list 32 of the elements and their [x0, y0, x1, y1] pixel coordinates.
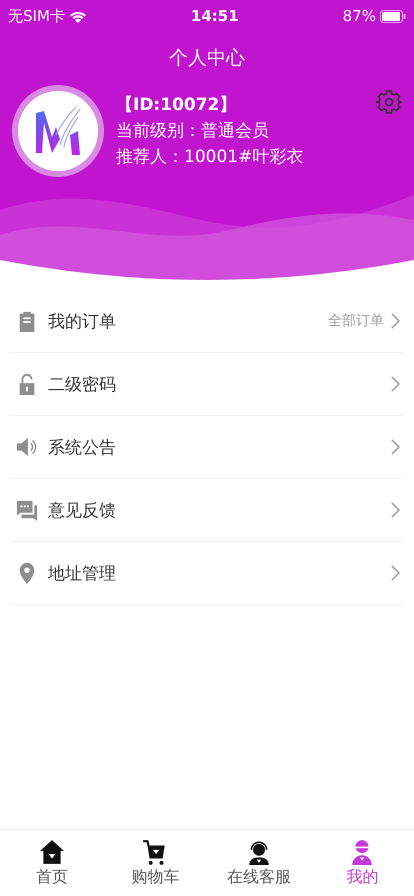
menu-label: 二级密码: [48, 374, 117, 396]
chevron-right-icon: [390, 565, 400, 581]
battery-percent: 87%: [342, 7, 376, 25]
menu-item[interactable]: 地址管理: [10, 542, 404, 605]
chat-icon: [16, 498, 38, 522]
menu-label: 系统公告: [48, 436, 117, 458]
user-id: 【ID:10072】: [116, 94, 238, 117]
carrier-text: 无SIM卡: [8, 6, 65, 26]
tab-bar-item[interactable]: 购物车: [104, 830, 207, 896]
battery-icon: [380, 10, 406, 22]
chevron-right-icon: [390, 502, 400, 518]
tab-bar-item[interactable]: 在线客服: [207, 830, 310, 896]
menu-item[interactable]: 二级密码: [10, 353, 404, 416]
menu-label: 我的订单: [48, 310, 117, 332]
menu-item[interactable]: 意见反馈: [10, 479, 404, 542]
home-icon: [38, 838, 65, 864]
referrer: 推荐人：10001#叶彩衣: [116, 146, 304, 169]
speaker-icon: [16, 435, 38, 459]
menu-label: 意见反馈: [48, 500, 117, 522]
chevron-right-icon: [390, 376, 400, 392]
menu-item[interactable]: 我的订单 全部订单: [10, 290, 404, 353]
settings-icon[interactable]: [376, 89, 402, 115]
page-title: 个人中心: [168, 46, 246, 71]
tab-bar-item[interactable]: 首页: [0, 830, 104, 896]
wifi-icon: [68, 9, 87, 23]
menu-label: 地址管理: [48, 562, 117, 584]
status-time: 14:51: [190, 7, 239, 25]
chevron-right-icon: [390, 439, 400, 455]
tab-bar-item[interactable]: 我的: [310, 830, 414, 896]
member-level: 当前级别：普通会员: [116, 120, 270, 143]
menu-item[interactable]: 系统公告: [10, 416, 404, 479]
chevron-right-icon: [390, 313, 400, 329]
